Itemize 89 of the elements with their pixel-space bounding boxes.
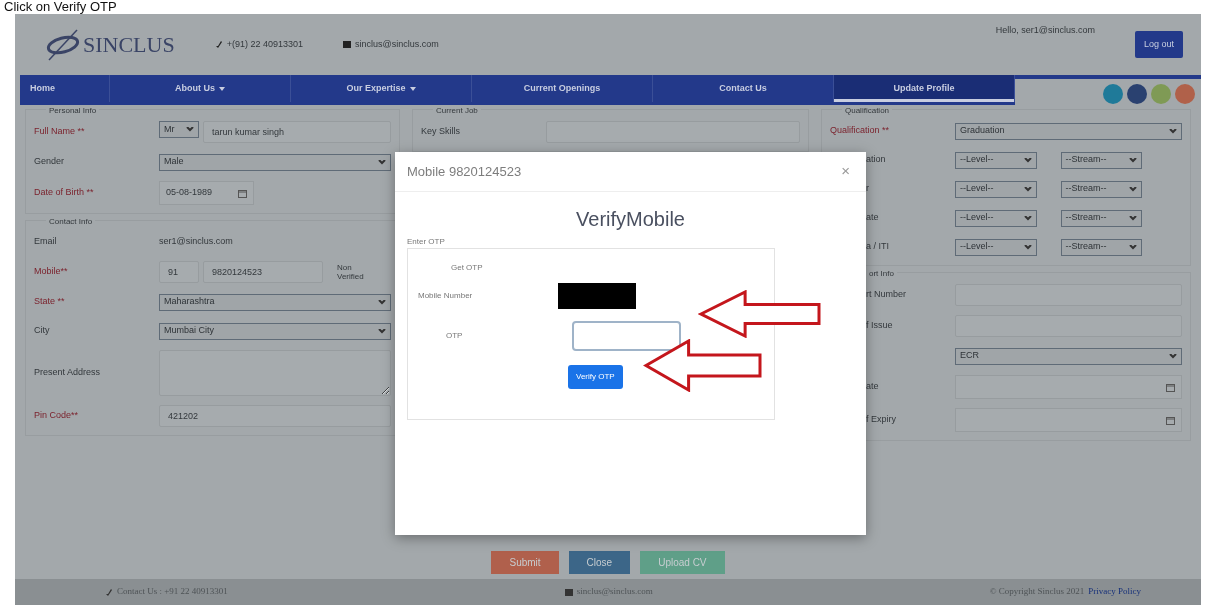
swirl-logo-icon [45, 27, 81, 62]
otp-input[interactable] [572, 321, 681, 351]
field-label: City [34, 324, 51, 338]
email-address: sinclus@sinclus.com [355, 37, 439, 51]
calendar-icon [1166, 382, 1175, 392]
field-label: Qualification ** [830, 124, 891, 138]
field-label: r [865, 182, 870, 196]
input-field[interactable]: 421202 [159, 405, 391, 427]
verification-status: Non Verified [337, 263, 365, 281]
social-icon[interactable] [1175, 84, 1195, 104]
field-label: a / ITI [865, 240, 890, 254]
field-label: f Expiry [865, 413, 897, 427]
field-label: f Issue [865, 319, 894, 333]
field-label: ate [865, 211, 880, 225]
chevron-icon [378, 159, 386, 165]
chevron-icon [1169, 353, 1177, 359]
dropdown[interactable]: ECR [955, 347, 1182, 365]
field-label: Mobile Number [418, 290, 474, 302]
greeting-text: Hello, ser1@sinclus.com [995, 24, 1095, 37]
chevron-icon [1023, 244, 1032, 250]
field-label: Full Name ** [34, 125, 86, 139]
calendar-icon [1166, 415, 1175, 425]
field-label: Pin Code** [34, 409, 80, 423]
social-icon[interactable] [1103, 84, 1123, 104]
dropdown[interactable]: --Level-- [955, 180, 1037, 198]
section-legend: Qualification [842, 105, 893, 117]
field-label: State ** [34, 295, 66, 309]
logo-text: SINCLUS [83, 31, 175, 59]
dropdown[interactable]: Mr [159, 121, 199, 138]
nav-link[interactable]: Current Openings [472, 75, 653, 102]
nav-link[interactable]: Update Profile [834, 75, 1015, 102]
logout-button[interactable]: Log out [1134, 30, 1183, 59]
phone-number: +(91) 22 40913301 [226, 37, 303, 51]
field-label: Key Skills [421, 125, 461, 139]
dropdown[interactable]: --Level-- [955, 151, 1037, 169]
field-label: Present Address [34, 366, 102, 380]
chevron-icon [1129, 186, 1137, 192]
dropdown[interactable]: --Level-- [955, 209, 1037, 227]
chevron-icon [1129, 244, 1137, 250]
field-label: ation [865, 153, 887, 167]
action-button[interactable]: Close [568, 550, 631, 574]
dropdown[interactable]: Graduation [955, 122, 1182, 140]
date-field[interactable]: 05-08-1989 [159, 181, 254, 205]
privacy-link[interactable]: Privacy Policy [1088, 585, 1141, 599]
field-label: Mobile** [34, 265, 69, 279]
chevron-icon [378, 299, 386, 305]
input-field[interactable]: 9820124523 [203, 261, 323, 283]
caption: Click on Verify OTP [3, 0, 118, 14]
calendar-icon [238, 188, 247, 198]
dropdown[interactable]: --Stream-- [1060, 180, 1142, 198]
nav-link[interactable]: Our Expertise [291, 75, 472, 102]
caret-icon [409, 86, 416, 91]
close-button[interactable]: × [837, 160, 854, 183]
chevron-icon [1023, 157, 1032, 163]
field-label: Email [34, 235, 58, 249]
email-value: ser1@sinclus.com [159, 235, 233, 249]
chevron-icon [1129, 157, 1137, 163]
modal-heading: VerifyMobile [575, 207, 686, 232]
field-label: Date of Birth ** [34, 186, 95, 200]
nav-link[interactable]: Home [20, 75, 110, 102]
social-icon[interactable] [1127, 84, 1147, 104]
caret-icon [219, 86, 225, 91]
input-field[interactable]: tarun kumar singh [203, 121, 391, 143]
textarea-field[interactable] [159, 350, 391, 396]
chevron-icon [1129, 215, 1137, 221]
chevron-icon [186, 127, 194, 132]
dropdown[interactable]: Maharashtra [159, 293, 391, 311]
field-label: Enter OTP [407, 236, 446, 248]
modal-title: Mobile 9820124523 [407, 162, 522, 181]
nav-link[interactable]: About Us [110, 75, 291, 102]
dropdown[interactable]: Mumbai City [159, 322, 391, 340]
chevron-icon [1023, 215, 1032, 221]
field-label: rt Number [865, 288, 907, 302]
field-label: OTP [445, 330, 464, 342]
dropdown[interactable]: Male [159, 153, 391, 171]
field-label: ate [865, 380, 880, 394]
dropdown[interactable]: --Stream-- [1060, 238, 1142, 256]
date-field[interactable] [955, 375, 1182, 399]
field-label: Gender [34, 155, 66, 169]
action-button[interactable]: Submit [491, 550, 559, 574]
dropdown[interactable]: --Stream-- [1060, 151, 1142, 169]
dropdown[interactable]: --Level-- [955, 238, 1037, 256]
chevron-icon [1023, 186, 1032, 192]
dropdown[interactable]: --Stream-- [1060, 209, 1142, 227]
chevron-icon [1169, 128, 1177, 134]
chevron-icon [378, 328, 386, 334]
verify-otp-button[interactable]: Verify OTP [568, 365, 623, 389]
date-field[interactable] [955, 408, 1182, 432]
input-field[interactable]: 91 [159, 261, 199, 283]
